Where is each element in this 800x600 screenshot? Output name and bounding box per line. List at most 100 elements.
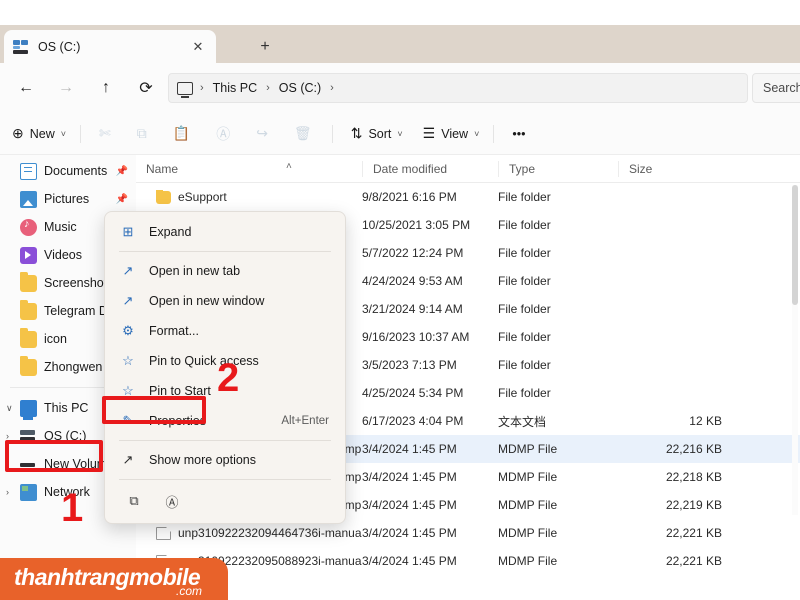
context-menu-item-open-in-new-window[interactable]: ↗ Open in new window bbox=[109, 286, 341, 316]
toolbar-divider bbox=[331, 124, 333, 143]
watermark-main-text: thanhtrangmobile bbox=[14, 564, 201, 590]
sidebar-item-label: OS (C:) bbox=[44, 429, 87, 443]
file-type-cell: MDMP File bbox=[498, 498, 558, 512]
rename-icon[interactable]: Ⓐ bbox=[157, 488, 187, 514]
column-header-name[interactable]: Name ˄ bbox=[136, 162, 362, 176]
context-menu-item-expand[interactable]: ⊞ Expand bbox=[109, 217, 341, 247]
breadcrumb-os-c[interactable]: OS (C:) bbox=[273, 81, 327, 95]
folder-icon bbox=[20, 272, 37, 292]
context-menu-divider bbox=[119, 251, 331, 252]
annotation-number-2: 2 bbox=[217, 356, 240, 400]
sidebar-item-pictures[interactable]: Pictures 📌 bbox=[0, 185, 136, 213]
file-date-cell: 3/4/2024 1:45 PM bbox=[362, 498, 457, 512]
sort-icon: ⇅ bbox=[350, 125, 363, 141]
back-button[interactable]: ← bbox=[10, 72, 42, 104]
command-toolbar: ⊕ New ˅ ✄ ⧉ 📋 Ⓐ ↪ 🗑 ⇅ Sort ˅ ☰ View ˅ ••… bbox=[0, 113, 800, 155]
file-size-cell: 22,218 KB bbox=[665, 470, 722, 484]
up-button[interactable]: ↑ bbox=[90, 72, 122, 104]
rename-button[interactable]: Ⓐ bbox=[208, 119, 244, 149]
breadcrumb[interactable]: › This PC › OS (C:) › bbox=[168, 73, 748, 103]
file-type-cell: File folder bbox=[498, 190, 551, 204]
copy-button[interactable]: ⧉ bbox=[129, 119, 161, 149]
tab-os-c[interactable]: OS (C:) ✕ bbox=[4, 30, 216, 63]
breadcrumb-separator: › bbox=[266, 82, 270, 94]
file-size-cell: 22,219 KB bbox=[665, 498, 722, 512]
chevron-down-icon[interactable]: ∨ bbox=[6, 403, 16, 414]
column-header-date-modified[interactable]: Date modified bbox=[362, 160, 498, 177]
cut-button[interactable]: ✄ bbox=[91, 119, 125, 149]
context-menu-item-label: Show more options bbox=[149, 453, 257, 467]
context-menu-item-format[interactable]: ⚙ Format... bbox=[109, 316, 341, 346]
search-input[interactable]: Search bbox=[752, 73, 800, 103]
title-bar: OS (C:) ✕ + bbox=[0, 25, 800, 63]
table-row[interactable]: eSupport 9/8/2021 6:16 PM File folder bbox=[136, 183, 800, 211]
chevron-right-icon[interactable]: › bbox=[6, 459, 16, 469]
new-tab-icon: ↗ bbox=[122, 263, 134, 278]
sidebar-item-label: Zhongwen bbox=[44, 360, 103, 374]
view-button[interactable]: ☰ View ˅ bbox=[415, 119, 488, 149]
copy-icon: ⧉ bbox=[136, 125, 147, 141]
file-date-cell: 9/16/2023 10:37 AM bbox=[362, 330, 470, 344]
properties-icon: ✎ bbox=[122, 413, 134, 428]
file-date-cell: 3/5/2023 7:13 PM bbox=[362, 358, 457, 372]
drive-icon bbox=[20, 428, 37, 445]
close-tab-icon[interactable]: ✕ bbox=[188, 37, 208, 57]
paste-button[interactable]: 📋 bbox=[165, 119, 204, 149]
file-type-cell: File folder bbox=[498, 218, 551, 232]
sidebar-item-label: Documents bbox=[44, 164, 108, 178]
column-header-size[interactable]: Size bbox=[618, 160, 734, 177]
format-icon: ⚙ bbox=[122, 323, 134, 338]
forward-button[interactable]: → bbox=[50, 72, 82, 104]
copy-icon[interactable]: ⧉ bbox=[119, 488, 149, 514]
context-menu-item-label: Properties bbox=[149, 414, 206, 428]
breadcrumb-this-pc[interactable]: This PC bbox=[207, 81, 263, 95]
file-date-cell: 3/21/2024 9:14 AM bbox=[362, 302, 463, 316]
file-date-cell: 5/7/2022 12:24 PM bbox=[362, 246, 464, 260]
file-date-cell: 3/4/2024 1:45 PM bbox=[362, 470, 457, 484]
chevron-right-icon[interactable]: › bbox=[6, 431, 16, 441]
context-menu-divider bbox=[119, 440, 331, 441]
pictures-icon bbox=[20, 190, 37, 208]
vertical-scrollbar-thumb[interactable] bbox=[792, 185, 798, 305]
chevron-down-icon: ˅ bbox=[397, 128, 403, 139]
share-button[interactable]: ↪ bbox=[248, 119, 282, 149]
context-menu-item-properties[interactable]: ✎ Properties Alt+Enter bbox=[109, 406, 341, 436]
file-type-cell: File folder bbox=[498, 302, 551, 316]
more-button[interactable]: ••• bbox=[504, 119, 533, 149]
watermark-sub-text: .com bbox=[175, 584, 202, 598]
watermark-logo: thanhtrangmobile .com bbox=[0, 558, 228, 600]
pin-icon: 📌 bbox=[115, 193, 128, 205]
file-size-cell: 22,216 KB bbox=[665, 442, 722, 456]
sidebar-item-label: Pictures bbox=[44, 192, 90, 206]
pc-icon bbox=[20, 399, 37, 420]
context-menu-item-label: Format... bbox=[149, 324, 200, 338]
sidebar-item-documents[interactable]: Documents 📌 bbox=[0, 157, 136, 185]
context-menu-item-label: Open in new window bbox=[149, 294, 265, 308]
breadcrumb-separator: › bbox=[330, 82, 334, 94]
chevron-right-icon[interactable]: › bbox=[6, 487, 16, 497]
file-type-cell: MDMP File bbox=[498, 526, 558, 540]
column-header-type[interactable]: Type bbox=[498, 160, 618, 177]
sidebar-item-label: Videos bbox=[44, 248, 82, 262]
delete-button[interactable]: 🗑 bbox=[286, 119, 326, 149]
table-row[interactable]: unp310922232095088923i-manual.mdmp 3/4/2… bbox=[136, 547, 800, 575]
file-icon bbox=[156, 526, 171, 540]
sidebar-item-label: This PC bbox=[44, 401, 89, 415]
file-type-cell: File folder bbox=[498, 274, 551, 288]
navigation-bar: ← → ↑ ⟳ › This PC › OS (C:) › Search bbox=[0, 63, 800, 113]
context-menu-item-label: Pin to Quick access bbox=[149, 354, 259, 368]
top-margin bbox=[0, 0, 800, 25]
this-pc-icon bbox=[177, 81, 193, 98]
refresh-button[interactable]: ⟳ bbox=[130, 72, 162, 104]
file-type-cell: 文本文档 bbox=[498, 414, 547, 429]
folder-icon bbox=[20, 300, 37, 320]
context-menu-item-show-more-options[interactable]: ↗ Show more options bbox=[109, 445, 341, 475]
context-menu-item-open-in-new-tab[interactable]: ↗ Open in new tab bbox=[109, 256, 341, 286]
sort-button[interactable]: ⇅ Sort ˅ bbox=[343, 119, 411, 149]
pin-icon: ☆ bbox=[122, 353, 134, 368]
file-explorer-screenshot: OS (C:) ✕ + ← → ↑ ⟳ › This PC › OS (C:) … bbox=[0, 0, 800, 600]
sidebar-item-label: icon bbox=[44, 332, 67, 346]
file-date-cell: 3/4/2024 1:45 PM bbox=[362, 442, 457, 456]
new-button[interactable]: ⊕ New ˅ bbox=[4, 119, 74, 149]
new-tab-button[interactable]: + bbox=[252, 35, 278, 59]
